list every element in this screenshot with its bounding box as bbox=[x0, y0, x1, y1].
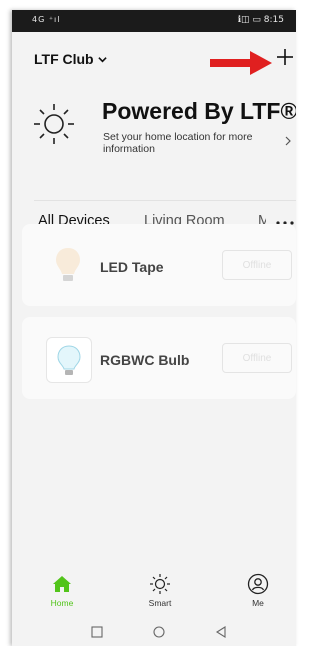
tab-home[interactable]: Home bbox=[32, 573, 92, 608]
circle-icon[interactable] bbox=[153, 626, 165, 638]
user-icon bbox=[247, 573, 269, 595]
status-badge: Offline bbox=[222, 343, 292, 373]
triangle-back-icon[interactable] bbox=[215, 626, 227, 638]
divider bbox=[34, 200, 296, 201]
weather-card[interactable]: Powered By LTF® Set your home location f… bbox=[32, 98, 296, 178]
tab-smart[interactable]: Smart bbox=[130, 573, 190, 608]
sun-icon bbox=[34, 104, 74, 144]
chevron-right-icon bbox=[285, 136, 291, 146]
device-card[interactable]: LED Tape Offline bbox=[22, 224, 296, 306]
device-card[interactable]: RGBWC Bulb Offline bbox=[22, 317, 296, 399]
weather-title: Powered By LTF® bbox=[102, 98, 296, 124]
bottom-tab-bar: Home Smart Me bbox=[12, 565, 296, 617]
chevron-down-icon bbox=[97, 56, 107, 62]
device-name: RGBWC Bulb bbox=[100, 352, 190, 368]
tab-me[interactable]: Me bbox=[228, 573, 288, 608]
bulb-icon bbox=[56, 248, 80, 281]
system-nav-bar bbox=[12, 617, 296, 646]
status-bar: 4G ⁺ıl ℹ◫ ▭ 8:15 bbox=[12, 10, 296, 32]
tab-home-label: Home bbox=[50, 598, 74, 608]
tab-smart-label: Smart bbox=[148, 598, 172, 608]
tab-me-label: Me bbox=[252, 598, 264, 608]
square-icon[interactable] bbox=[91, 626, 103, 638]
phone-screen: 4G ⁺ıl ℹ◫ ▭ 8:15 LTF Club Powered By LTF… bbox=[12, 10, 296, 646]
signal-indicator: 4G ⁺ıl bbox=[32, 15, 61, 24]
device-name: LED Tape bbox=[100, 259, 164, 275]
red-arrow-annotation bbox=[210, 51, 272, 75]
status-right: ℹ◫ ▭ 8:15 bbox=[237, 15, 284, 25]
home-name: LTF Club bbox=[34, 51, 94, 67]
bulb-icon bbox=[46, 337, 92, 383]
add-device-button[interactable] bbox=[274, 46, 296, 68]
status-badge: Offline bbox=[222, 250, 292, 280]
home-icon bbox=[53, 576, 71, 592]
sun-icon bbox=[150, 574, 170, 594]
home-selector[interactable]: LTF Club bbox=[34, 51, 107, 67]
weather-subtitle: Set your home location for more informat… bbox=[103, 131, 253, 155]
